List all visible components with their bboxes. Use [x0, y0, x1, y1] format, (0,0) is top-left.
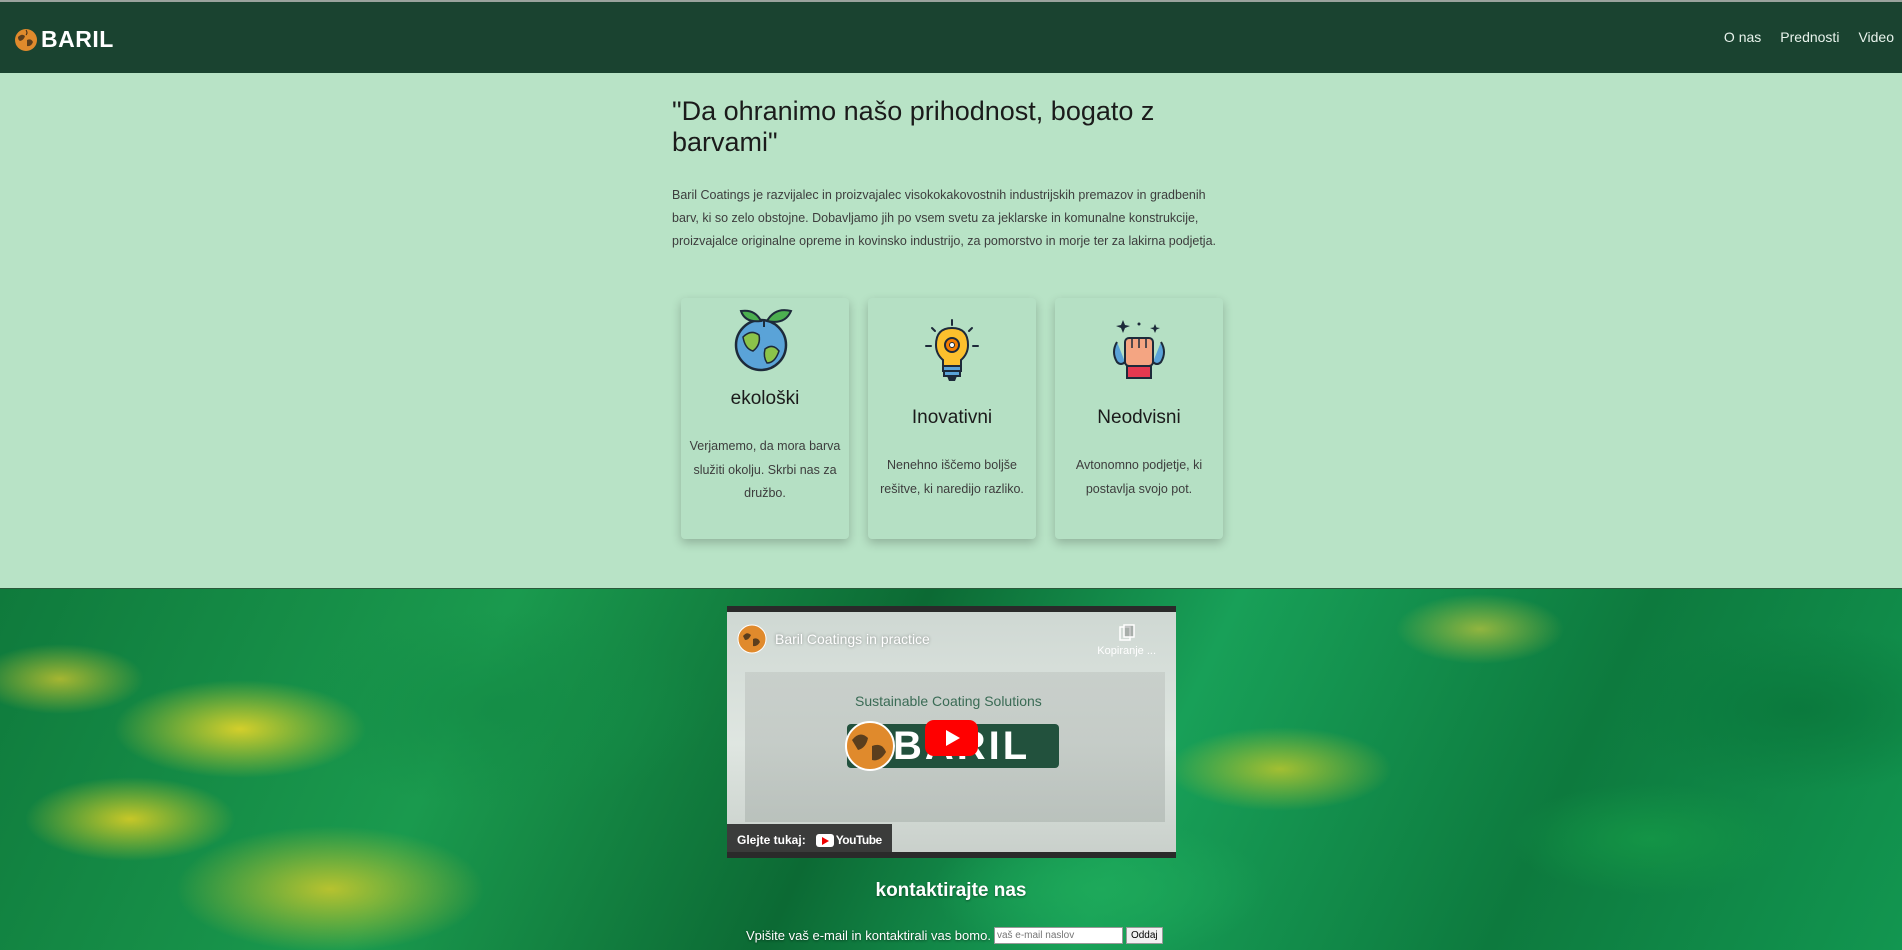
video-thumbnail[interactable]: Baril Coatings in practice Kopiranje ...… — [727, 612, 1176, 852]
contact-prompt: Vpišite vaš e-mail in kontaktirali vas b… — [746, 928, 991, 943]
brand-logo[interactable]: BARIL — [14, 26, 114, 53]
card-title: Neodvisni — [1097, 407, 1181, 428]
watch-label: Glejte tukaj: — [737, 833, 806, 847]
hero-text: Baril Coatings je razvijalec in proizvaj… — [672, 188, 1217, 248]
youtube-logo-icon: YouTube — [815, 833, 883, 847]
card-ekoloski: ekološki Verjamemo, da mora barva služit… — [681, 298, 849, 539]
copy-icon — [1118, 624, 1135, 641]
submit-button[interactable]: Oddaj — [1125, 927, 1163, 944]
hero-section: "Da ohranimo našo prihodnost, bogato z b… — [672, 96, 1232, 253]
youtube-label: YouTube — [835, 833, 883, 847]
card-text: Nenehno iščemo boljše rešitve, ki naredi… — [880, 458, 1024, 496]
video-tagline: Sustainable Coating Solutions — [855, 693, 1042, 709]
video-header: Baril Coatings in practice — [737, 624, 930, 654]
card-title: Inovativni — [911, 407, 993, 428]
card-text: Avtonomno podjetje, ki postavlja svojo p… — [1075, 458, 1203, 496]
raised-fist-icon — [1113, 320, 1165, 379]
nav-link-o-nas[interactable]: O nas — [1724, 29, 1761, 45]
nav-link-prednosti[interactable]: Prednosti — [1780, 29, 1839, 45]
nav-link-video[interactable]: Video — [1858, 29, 1894, 45]
channel-avatar-icon[interactable] — [737, 624, 767, 654]
youtube-embed[interactable]: Baril Coatings in practice Kopiranje ...… — [727, 606, 1176, 858]
contact-title: kontaktirajte nas — [875, 880, 1027, 901]
email-input[interactable] — [993, 927, 1123, 944]
eco-globe-icon — [734, 309, 793, 372]
brand-name: BARIL — [41, 26, 114, 52]
card-title: ekološki — [730, 388, 800, 409]
globe-logo-icon — [845, 721, 895, 771]
navbar: BARIL O nas Prednosti Video — [0, 2, 1902, 73]
contact-form: Vpišite vaš e-mail in kontaktirali vas b… — [746, 927, 1163, 944]
watch-on-youtube-button[interactable]: Glejte tukaj: YouTube — [727, 824, 892, 852]
feature-cards: ekološki Verjamemo, da mora barva služit… — [681, 298, 1223, 540]
globe-logo-icon — [15, 28, 37, 51]
card-inovativni: Inovativni Nenehno iščemo boljše rešitve… — [868, 298, 1036, 539]
card-text: Verjamemo, da mora barva služiti okolju.… — [689, 439, 841, 500]
play-button[interactable] — [925, 720, 978, 756]
lightbulb-gear-icon — [925, 319, 979, 381]
copy-link-label: Kopiranje ... — [1097, 645, 1156, 657]
hero-heading: "Da ohranimo našo prihodnost, bogato z b… — [672, 96, 1155, 157]
video-title[interactable]: Baril Coatings in practice — [775, 631, 930, 647]
copy-link-button[interactable]: Kopiranje ... — [1097, 624, 1156, 657]
card-neodvisni: Neodvisni Avtonomno podjetje, ki postavl… — [1055, 298, 1223, 539]
nav-links: O nas Prednosti Video — [1724, 29, 1894, 45]
